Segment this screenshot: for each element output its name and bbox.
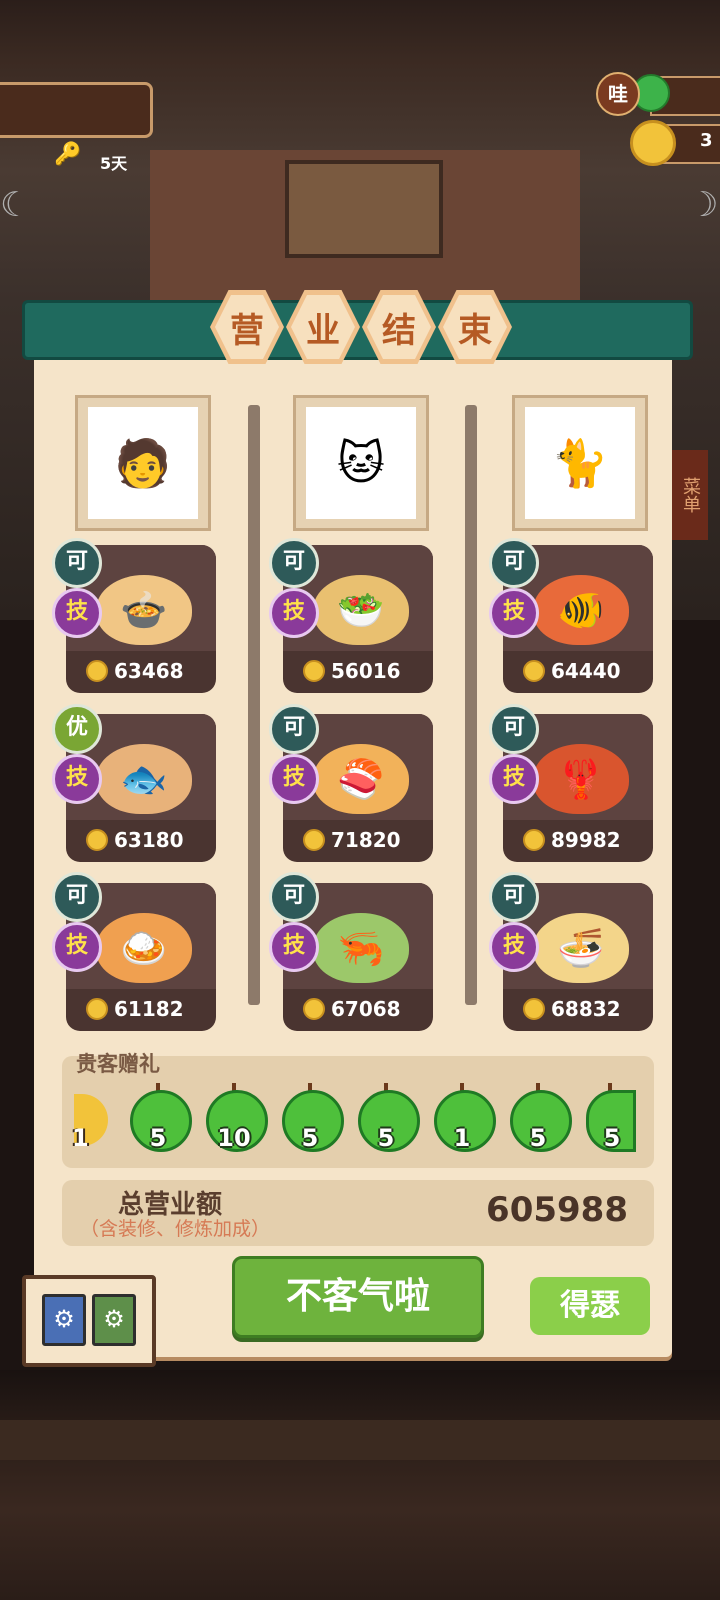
price-value: 71820: [331, 828, 401, 852]
coin-icon: [630, 120, 676, 166]
chef-avatar-icon: 🐱: [306, 407, 416, 519]
background-floor-beam: [0, 1420, 720, 1460]
coin-icon: [303, 829, 325, 851]
total-revenue-value: 605988: [486, 1190, 628, 1230]
price-value: 68832: [551, 997, 621, 1021]
dish-icon: 🍛: [96, 913, 192, 983]
dish-icon: 🍲: [96, 575, 192, 645]
dish-icon: 🥗: [313, 575, 409, 645]
dish-price: 67068: [303, 997, 401, 1021]
gift-count: 5: [603, 1124, 621, 1152]
coin-count: 3: [700, 130, 713, 151]
skill-badge: 技: [52, 922, 102, 972]
coin-icon: [303, 998, 325, 1020]
background-window: [285, 160, 443, 258]
settings-gear-icon[interactable]: ⚙: [42, 1294, 86, 1346]
dish-icon: 🦞: [533, 744, 629, 814]
title-char: 结: [367, 295, 431, 359]
price-value: 56016: [331, 659, 401, 683]
coin-icon: [86, 660, 108, 682]
rating-badge: 可: [489, 872, 539, 922]
column-divider: [465, 405, 477, 1005]
dish-price: 63180: [86, 828, 184, 852]
guest-gifts-title: 贵客赠礼: [76, 1052, 160, 1076]
show-off-button[interactable]: 得瑟: [530, 1277, 650, 1335]
dish-icon: 🦐: [313, 913, 409, 983]
dish-price: 56016: [303, 659, 401, 683]
coin-icon: [523, 660, 545, 682]
dish-icon: 🍣: [313, 744, 409, 814]
rating-badge: 可: [52, 872, 102, 922]
days-counter: 5天: [100, 154, 128, 173]
chef-avatar-icon: 🐈: [525, 407, 635, 519]
dish-price: 64440: [523, 659, 621, 683]
column-divider: [248, 405, 260, 1005]
settings-gear-icon[interactable]: ⚙: [92, 1294, 136, 1346]
rating-badge: 可: [52, 538, 102, 588]
rating-badge: 可: [489, 704, 539, 754]
price-value: 67068: [331, 997, 401, 1021]
moon-ornament-icon: ☽: [688, 185, 719, 225]
total-revenue-note: （含装修、修炼加成）: [80, 1218, 271, 1240]
gift-count: 10: [217, 1124, 251, 1152]
dish-icon: 🍜: [533, 913, 629, 983]
dish-price: 61182: [86, 997, 184, 1021]
moon-ornament-icon: ☾: [0, 185, 31, 225]
skill-badge: 技: [489, 754, 539, 804]
skill-badge: 技: [52, 754, 102, 804]
skill-badge: 技: [269, 588, 319, 638]
skill-badge: 技: [489, 588, 539, 638]
title-char: 营: [215, 295, 279, 359]
background-floor-area: [0, 1370, 720, 1600]
gift-count: 5: [149, 1124, 167, 1152]
gift-count: 5: [301, 1124, 319, 1152]
title-char: 束: [443, 295, 507, 359]
skill-badge: 技: [269, 922, 319, 972]
coin-icon: [523, 829, 545, 851]
skill-badge: 技: [489, 922, 539, 972]
price-value: 64440: [551, 659, 621, 683]
title-char: 业: [291, 295, 355, 359]
gift-count: 5: [377, 1124, 395, 1152]
chef-portrait[interactable]: 🧑: [75, 395, 211, 531]
coin-icon: [86, 998, 108, 1020]
chef-portrait[interactable]: 🐈: [512, 395, 648, 531]
price-value: 89982: [551, 828, 621, 852]
coin-icon: [86, 829, 108, 851]
price-value: 63180: [114, 828, 184, 852]
dish-price: 71820: [303, 828, 401, 852]
coin-icon: [523, 998, 545, 1020]
rating-badge: 可: [269, 872, 319, 922]
dish-icon: 🐠: [533, 575, 629, 645]
chef-portrait[interactable]: 🐱: [293, 395, 429, 531]
dish-price: 68832: [523, 997, 621, 1021]
confirm-button[interactable]: 不客气啦: [232, 1256, 484, 1338]
key-icon: 🔑: [54, 142, 82, 167]
gift-count: 1: [72, 1124, 89, 1152]
side-menu-tab[interactable]: 菜单: [672, 450, 708, 540]
skill-badge: 技: [269, 754, 319, 804]
skill-badge: 技: [52, 588, 102, 638]
wa-badge[interactable]: 哇: [596, 72, 640, 116]
dish-icon: 🐟: [96, 744, 192, 814]
rating-badge: 可: [489, 538, 539, 588]
gift-count: 5: [529, 1124, 547, 1152]
price-value: 61182: [114, 997, 184, 1021]
dish-price: 89982: [523, 828, 621, 852]
gift-count: 1: [453, 1124, 471, 1152]
dish-price: 63468: [86, 659, 184, 683]
rating-badge: 优: [52, 704, 102, 754]
price-value: 63468: [114, 659, 184, 683]
coin-icon: [303, 660, 325, 682]
rating-badge: 可: [269, 704, 319, 754]
chef-avatar-icon: 🧑: [88, 407, 198, 519]
rating-badge: 可: [269, 538, 319, 588]
shop-name-bar[interactable]: [0, 82, 153, 138]
